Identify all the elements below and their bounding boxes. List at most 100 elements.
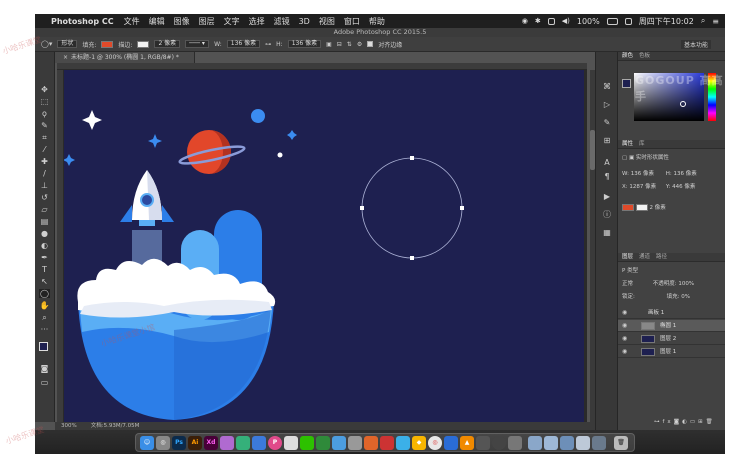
width-value[interactable]: W: 136 像素 bbox=[622, 171, 654, 177]
fill-swatch[interactable] bbox=[101, 40, 114, 48]
eye-icon[interactable]: ◉ bbox=[622, 333, 627, 345]
wifi-icon[interactable]: ◉ bbox=[522, 17, 528, 25]
healing-tool-icon[interactable]: ✚ bbox=[39, 157, 50, 166]
info-panel-icon[interactable]: ⓘ bbox=[601, 210, 613, 220]
volume-icon[interactable]: ◀) bbox=[562, 17, 570, 25]
document-tab[interactable]: × 未标题-1 @ 300% (椭圆 1, RGB/8#) * bbox=[55, 52, 195, 63]
vertical-ruler[interactable] bbox=[57, 70, 64, 422]
gear-icon[interactable]: ⚙ bbox=[357, 41, 362, 48]
tab-paths[interactable]: 路径 bbox=[656, 253, 667, 261]
hand-tool-icon[interactable]: ✋ bbox=[39, 301, 50, 310]
tab-layers[interactable]: 图层 bbox=[622, 253, 633, 261]
menu-list-icon[interactable]: ≡ bbox=[712, 17, 719, 26]
menu-select[interactable]: 选择 bbox=[249, 16, 265, 27]
app-icon[interactable] bbox=[492, 436, 506, 450]
app-icon[interactable]: P bbox=[268, 436, 282, 450]
more-tools-icon[interactable]: ··· bbox=[39, 325, 50, 334]
stroke-type-select[interactable]: ─── ▾ bbox=[185, 40, 210, 48]
menu-image[interactable]: 图像 bbox=[174, 16, 190, 27]
x-value[interactable]: X: 1287 像素 bbox=[622, 184, 656, 190]
brush-panel-icon[interactable]: ✎ bbox=[601, 118, 613, 128]
y-value[interactable]: Y: 446 像素 bbox=[666, 184, 695, 190]
new-layer-icon[interactable]: ⊞ bbox=[698, 419, 706, 425]
menu-filter[interactable]: 滤镜 bbox=[274, 16, 290, 27]
vlc-icon[interactable]: ▲ bbox=[460, 436, 474, 450]
stroke-swatch[interactable] bbox=[137, 40, 150, 48]
app-icon[interactable] bbox=[528, 436, 542, 450]
tool-mode-select[interactable]: 形状 bbox=[57, 40, 78, 48]
app-icon[interactable] bbox=[444, 436, 458, 450]
app-icon[interactable] bbox=[236, 436, 250, 450]
app-name[interactable]: Photoshop CC bbox=[51, 17, 114, 26]
path-arrange-icon[interactable]: ⇅ bbox=[347, 41, 352, 48]
lasso-tool-icon[interactable]: ϙ bbox=[39, 109, 50, 118]
path-align-icon[interactable]: ⊟ bbox=[337, 41, 342, 48]
foreground-color[interactable] bbox=[39, 342, 48, 351]
app-icon[interactable] bbox=[220, 436, 234, 450]
finder-icon[interactable]: ☺ bbox=[140, 436, 154, 450]
opacity-field[interactable]: 不透明度: 100% bbox=[653, 281, 694, 287]
actions-panel-icon[interactable]: ▷ bbox=[601, 100, 613, 110]
quick-select-tool-icon[interactable]: ✎ bbox=[39, 121, 50, 130]
canvas-area[interactable] bbox=[63, 70, 587, 422]
app-icon[interactable] bbox=[316, 436, 330, 450]
paragraph-panel-icon[interactable]: ¶ bbox=[601, 172, 613, 182]
tab-swatches[interactable]: 色板 bbox=[639, 52, 650, 60]
menu-file[interactable]: 文件 bbox=[124, 16, 140, 27]
tab-channels[interactable]: 通道 bbox=[639, 253, 650, 261]
height-value[interactable]: H: 136 像素 bbox=[666, 171, 697, 177]
eraser-tool-icon[interactable]: ▱ bbox=[39, 205, 50, 214]
eye-icon[interactable]: ◉ bbox=[622, 320, 627, 332]
clock[interactable]: 周四下午10:02 bbox=[639, 16, 694, 27]
color-panel-foreground[interactable] bbox=[622, 79, 631, 88]
layer-filter-kind[interactable]: P 类型 bbox=[622, 268, 638, 274]
gradient-tool-icon[interactable]: ▤ bbox=[39, 217, 50, 226]
layer-row[interactable]: ◉ 图层 1 bbox=[618, 346, 725, 358]
stroke-color-swatch[interactable] bbox=[635, 204, 648, 211]
blend-mode-select[interactable]: 正常 bbox=[622, 281, 633, 287]
crop-tool-icon[interactable]: ⌗ bbox=[39, 133, 50, 142]
artboard-canvas[interactable] bbox=[63, 70, 584, 422]
character-panel-icon[interactable]: A bbox=[601, 158, 613, 168]
link-icon[interactable]: ⊶ bbox=[265, 41, 271, 48]
layer-row[interactable]: ◉ 图层 2 bbox=[618, 333, 725, 345]
layer-row[interactable]: ◉ 画板 1 bbox=[618, 307, 725, 319]
tab-properties[interactable]: 属性 bbox=[622, 140, 633, 148]
stroke-width-field[interactable]: 2 像素 bbox=[154, 40, 181, 48]
doc-info[interactable]: 文档:5.93M/7.05M bbox=[91, 422, 140, 430]
xd-icon[interactable]: Xd bbox=[204, 436, 218, 450]
eye-icon[interactable]: ◉ bbox=[622, 307, 627, 319]
battery-icon[interactable] bbox=[606, 17, 618, 25]
app-icon[interactable] bbox=[544, 436, 558, 450]
move-tool-icon[interactable]: ✥ bbox=[39, 85, 50, 94]
screen-mode-icon[interactable]: ▭ bbox=[39, 378, 50, 387]
brush-tool-icon[interactable]: / bbox=[39, 169, 50, 178]
display-icon[interactable] bbox=[547, 17, 555, 25]
app-icon[interactable] bbox=[476, 436, 490, 450]
link-layers-icon[interactable]: ⊶ bbox=[654, 419, 663, 425]
height-field[interactable]: 136 像素 bbox=[287, 40, 322, 48]
launchpad-icon[interactable]: ◎ bbox=[156, 436, 170, 450]
menu-3d[interactable]: 3D bbox=[299, 17, 310, 26]
eye-icon[interactable]: ◉ bbox=[622, 346, 627, 358]
pen-tool-icon[interactable]: ✒ bbox=[39, 253, 50, 262]
dodge-tool-icon[interactable]: ◐ bbox=[39, 241, 50, 250]
path-select-tool-icon[interactable]: ↖ bbox=[39, 277, 50, 286]
workspace-select[interactable]: 基本功能 bbox=[680, 39, 711, 49]
fx-icon[interactable]: fx bbox=[663, 419, 674, 425]
zoom-tool-icon[interactable]: ⌕ bbox=[39, 313, 50, 322]
menu-help[interactable]: 帮助 bbox=[369, 16, 385, 27]
photoshop-icon[interactable]: Ps bbox=[172, 436, 186, 450]
stroke-width-value[interactable]: 2 像素 bbox=[650, 205, 666, 211]
chrome-icon[interactable]: ◎ bbox=[428, 436, 442, 450]
menu-layer[interactable]: 图层 bbox=[199, 16, 215, 27]
menu-window[interactable]: 窗口 bbox=[344, 16, 360, 27]
timeline-panel-icon[interactable]: ▶ bbox=[601, 192, 613, 202]
trash-icon[interactable]: 🗑 bbox=[706, 419, 716, 425]
app-icon[interactable] bbox=[364, 436, 378, 450]
tab-libraries[interactable]: 库 bbox=[639, 140, 645, 148]
folder-icon[interactable]: ▭ bbox=[690, 419, 698, 425]
marquee-tool-icon[interactable]: ⬚ bbox=[39, 97, 50, 106]
sketch-icon[interactable]: ◆ bbox=[412, 436, 426, 450]
trash-dock-icon[interactable]: 🗑 bbox=[614, 436, 628, 450]
